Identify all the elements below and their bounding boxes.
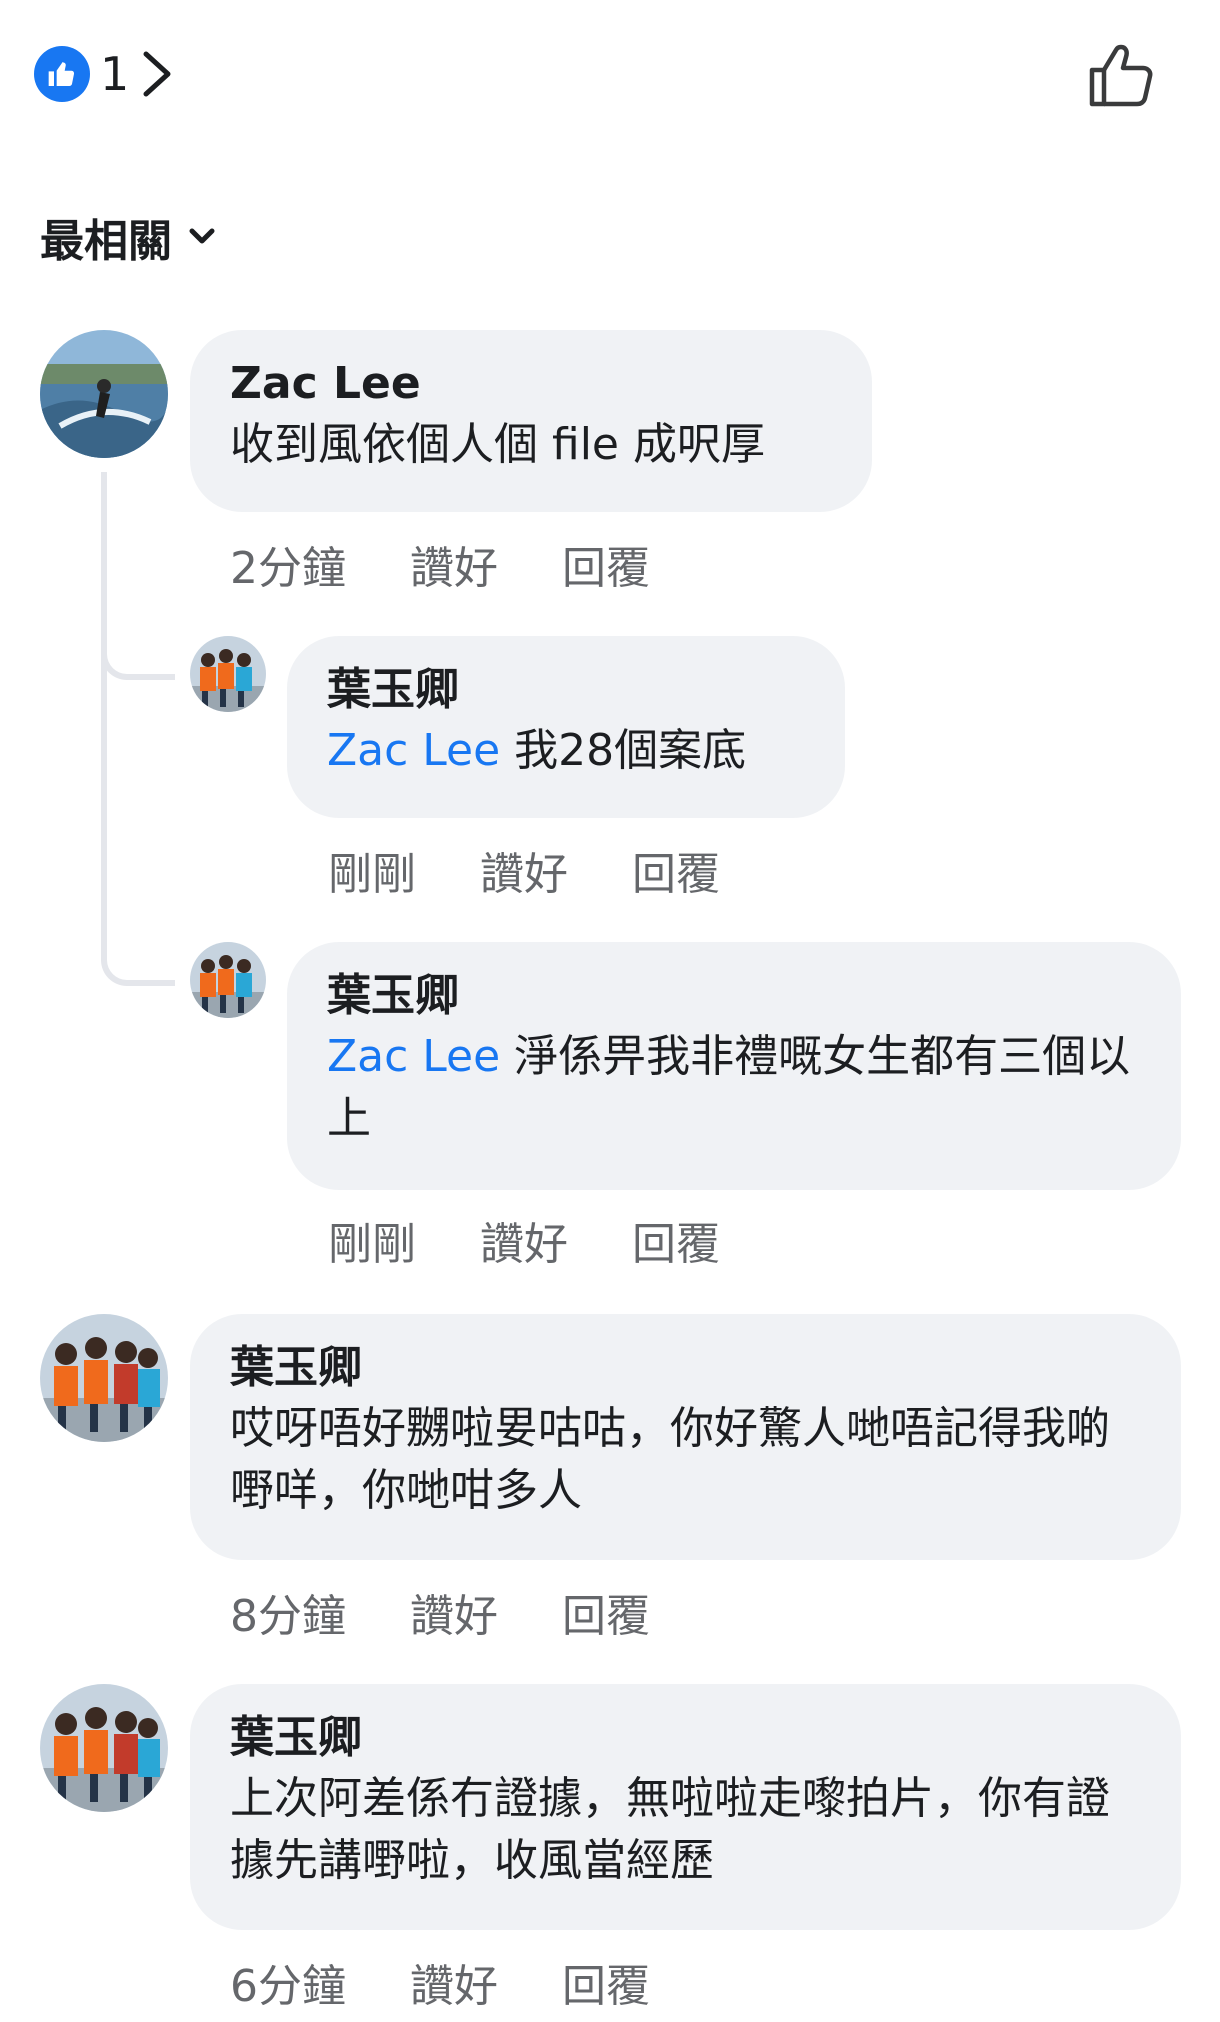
avatar-ip-kit-ching[interactable]: [190, 942, 266, 1018]
reply-button[interactable]: 回覆: [562, 1580, 650, 1644]
thread-connector-branch: [101, 670, 175, 986]
reply-text: Zac Lee 我28個案底: [327, 720, 805, 782]
comment-actions: 6分鐘 讚好 回覆: [230, 1950, 650, 2014]
avatar-ip-kit-ching[interactable]: [40, 1314, 168, 1442]
comment-author[interactable]: 葉玉卿: [230, 1708, 1141, 1768]
reply-button[interactable]: 回覆: [632, 838, 720, 902]
reply-author[interactable]: 葉玉卿: [327, 660, 805, 720]
like-button[interactable]: 讚好: [480, 1208, 568, 1272]
reply-bubble: 葉玉卿 Zac Lee 淨係畀我非禮嘅女生都有三個以上: [287, 942, 1181, 1190]
comment-author[interactable]: Zac Lee: [230, 354, 832, 414]
like-button[interactable]: 讚好: [410, 532, 498, 596]
like-outline-icon[interactable]: [1086, 40, 1156, 110]
reply-bubble: 葉玉卿 Zac Lee 我28個案底: [287, 636, 845, 818]
comment-timestamp[interactable]: 8分鐘: [230, 1580, 346, 1644]
like-button[interactable]: 讚好: [410, 1580, 498, 1644]
comment-text: 哎呀唔好嬲啦㚻咕咕，你好驚人哋唔記得我啲嘢咩，你哋咁多人: [230, 1403, 1110, 1516]
comment-timestamp[interactable]: 6分鐘: [230, 1950, 346, 2014]
chevron-down-icon: [189, 228, 215, 244]
chevron-right-icon[interactable]: [140, 50, 174, 98]
avatar-ip-kit-ching[interactable]: [40, 1684, 168, 1812]
comment-author[interactable]: 葉玉卿: [230, 1338, 1141, 1398]
mention-link[interactable]: Zac Lee: [327, 725, 500, 776]
reply-actions: 剛剛 讚好 回覆: [328, 838, 720, 902]
reaction-like-badge[interactable]: [34, 46, 90, 102]
reply-actions: 剛剛 讚好 回覆: [328, 1208, 720, 1272]
comment-actions: 8分鐘 讚好 回覆: [230, 1580, 650, 1644]
reply-author[interactable]: 葉玉卿: [327, 966, 1141, 1026]
comment-text: 收到風依個人個 file 成呎厚: [230, 419, 765, 470]
comment-timestamp[interactable]: 2分鐘: [230, 532, 346, 596]
reply-button[interactable]: 回覆: [562, 532, 650, 596]
like-button[interactable]: 讚好: [480, 838, 568, 902]
avatar-zac-lee[interactable]: [40, 330, 168, 458]
reply-text-body: 我28個案底: [500, 725, 747, 776]
avatar-ip-kit-ching[interactable]: [190, 636, 266, 712]
reply-button[interactable]: 回覆: [562, 1950, 650, 2014]
sort-label: 最相關: [40, 216, 172, 267]
like-button[interactable]: 讚好: [410, 1950, 498, 2014]
thumbs-up-icon: [48, 62, 75, 86]
comment-bubble: Zac Lee 收到風依個人個 file 成呎厚: [190, 330, 872, 512]
comment-text: 上次阿差係冇證據，無啦啦走嚟拍片，你有證據先講嘢啦，收風當經歷: [230, 1773, 1110, 1886]
comment-bubble: 葉玉卿 哎呀唔好嬲啦㚻咕咕，你好驚人哋唔記得我啲嘢咩，你哋咁多人: [190, 1314, 1181, 1560]
reply-timestamp[interactable]: 剛剛: [328, 1208, 416, 1272]
mention-link[interactable]: Zac Lee: [327, 1031, 500, 1082]
reply-text: Zac Lee 淨係畀我非禮嘅女生都有三個以上: [327, 1026, 1141, 1150]
comment-actions: 2分鐘 讚好 回覆: [230, 532, 650, 596]
reply-timestamp[interactable]: 剛剛: [328, 838, 416, 902]
sort-dropdown[interactable]: 最相關: [40, 205, 216, 269]
comment-bubble: 葉玉卿 上次阿差係冇證據，無啦啦走嚟拍片，你有證據先講嘢啦，收風當經歷: [190, 1684, 1181, 1930]
reply-button[interactable]: 回覆: [632, 1208, 720, 1272]
reaction-count[interactable]: 1: [100, 46, 129, 102]
